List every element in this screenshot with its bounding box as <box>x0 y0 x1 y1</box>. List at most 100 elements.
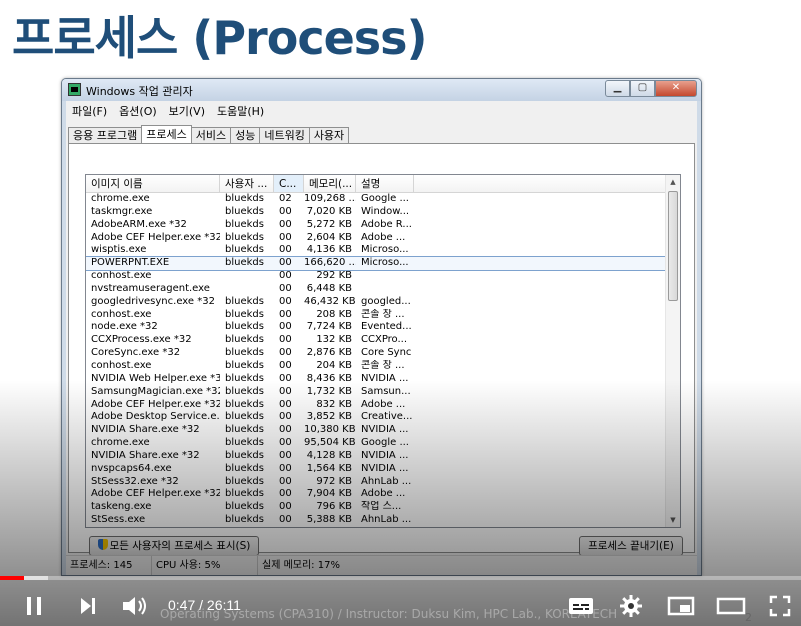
end-process-button[interactable]: 프로세스 끝내기(E) <box>579 536 683 556</box>
process-row[interactable]: nvstreamuseragent.exe 00 6,448 KB <box>86 283 666 296</box>
cell-description: Google ... <box>361 437 409 449</box>
volume-icon[interactable] <box>121 594 151 618</box>
cell-user: bluekds <box>225 334 264 346</box>
cell-image-name: StSess.exe <box>91 514 146 526</box>
process-row[interactable]: conhost.exe 00 292 KB <box>86 270 666 283</box>
cell-memory: 208 KB <box>316 308 352 320</box>
cell-image-name: CoreSync.exe *32 <box>91 347 181 359</box>
cell-cpu: 00 <box>279 462 292 474</box>
cell-memory: 132 KB <box>316 334 352 346</box>
cell-user: bluekds <box>225 231 264 243</box>
process-row[interactable]: SamsungMagician.exe *32 bluekds 00 1,732 KB… <box>86 386 666 399</box>
cell-user: bluekds <box>225 218 264 230</box>
tab-performance[interactable]: 성능 <box>230 127 261 143</box>
cell-description: Adobe ... <box>361 231 406 243</box>
process-row[interactable]: wisptis.exe bluekds 00 4,136 KB Microso... <box>86 244 666 257</box>
process-row[interactable]: Adobe Desktop Service.e... bluekds 00 3,852… <box>86 411 666 424</box>
process-row[interactable]: CCXProcess.exe *32 bluekds 00 132 KB CCXPro.… <box>86 334 666 347</box>
cell-image-name: chrome.exe <box>91 437 150 449</box>
title-bar[interactable]: Windows 작업 관리자 ▁ ▢ ✕ <box>62 79 701 101</box>
tab-users[interactable]: 사용자 <box>308 127 350 143</box>
cell-user: bluekds <box>225 501 264 513</box>
scroll-up-arrow-icon[interactable]: ▲ <box>666 175 680 189</box>
cell-memory: 6,448 KB <box>306 282 352 294</box>
scroll-down-arrow-icon[interactable]: ▼ <box>666 513 680 527</box>
cell-description <box>356 270 414 283</box>
cell-memory: 109,268 ... <box>304 193 356 204</box>
process-row[interactable]: googledrivesync.exe *32 bluekds 00 46,432 K… <box>86 296 666 309</box>
cell-user: bluekds <box>225 437 264 449</box>
cell-description: Samsun... <box>361 385 411 397</box>
process-row[interactable]: Adobe CEF Helper.exe *32 bluekds 00 7,904 K… <box>86 488 666 501</box>
process-row[interactable]: StSess.exe bluekds 00 5,388 KB AhnLab ... <box>86 514 666 527</box>
process-row[interactable]: conhost.exe bluekds 00 204 KB 콘솔 창 ... <box>86 360 666 373</box>
cell-memory: 8,436 KB <box>306 372 352 384</box>
cell-description: 작업 스... <box>361 501 402 513</box>
cell-memory: 5,272 KB <box>306 218 352 230</box>
settings-gear-icon[interactable] <box>619 594 643 618</box>
cell-cpu: 00 <box>279 218 292 230</box>
status-memory-usage: 실제 메모리: 17% <box>262 560 340 571</box>
process-row[interactable]: StSess32.exe *32 bluekds 00 972 KB AhnLab ..… <box>86 476 666 489</box>
process-row[interactable]: NVIDIA Web Helper.exe *32 bluekds 00 8,436 … <box>86 373 666 386</box>
process-row[interactable]: Adobe CEF Helper.exe *32 bluekds 00 832 KB A… <box>86 399 666 412</box>
tab-processes[interactable]: 프로세스 <box>141 125 192 143</box>
cell-cpu: 00 <box>279 231 292 243</box>
tab-applications[interactable]: 응용 프로그램 <box>68 127 143 143</box>
cell-description: NVIDIA ... <box>361 462 409 474</box>
cell-image-name: Adobe Desktop Service.e... <box>91 411 220 423</box>
cell-image-name: AdobeARM.exe *32 <box>91 218 187 230</box>
theater-mode-icon[interactable] <box>716 594 746 618</box>
process-row[interactable]: conhost.exe bluekds 00 208 KB 콘솔 창 ... <box>86 309 666 322</box>
process-row[interactable]: taskeng.exe bluekds 00 796 KB 작업 스... <box>86 501 666 514</box>
menu-help[interactable]: 도움말(H) <box>217 103 264 121</box>
cell-memory: 832 KB <box>316 398 352 410</box>
cell-memory: 5,388 KB <box>306 514 352 526</box>
process-row[interactable]: taskmgr.exe bluekds 00 7,020 KB Window... <box>86 206 666 219</box>
vertical-scrollbar[interactable]: ▲ ▼ <box>665 175 680 527</box>
scrollbar-thumb[interactable] <box>668 191 678 301</box>
video-progress-bar[interactable] <box>0 576 801 580</box>
process-row[interactable]: NVIDIA Share.exe *32 bluekds 00 10,380 KB NV… <box>86 424 666 437</box>
next-video-icon[interactable] <box>76 594 100 618</box>
menu-options[interactable]: 옵션(O) <box>119 103 156 121</box>
uac-shield-icon <box>97 539 108 550</box>
process-row[interactable]: chrome.exe bluekds 02 109,268 ... Google ... <box>86 193 666 206</box>
cell-memory: 7,904 KB <box>306 488 352 500</box>
process-row[interactable]: node.exe *32 bluekds 00 7,724 KB Evented... <box>86 321 666 334</box>
cell-description: Adobe R... <box>361 218 412 230</box>
cell-user: bluekds <box>225 308 264 320</box>
minimize-button[interactable]: ▁ <box>605 80 630 97</box>
column-cpu[interactable]: C... <box>274 175 304 192</box>
process-row[interactable]: AdobeARM.exe *32 bluekds 00 5,272 KB Adobe R… <box>86 219 666 232</box>
close-button[interactable]: ✕ <box>655 80 697 97</box>
process-list[interactable]: 이미지 이름 사용자 ... C... 메모리(... 설명 chrome.ex… <box>85 174 681 528</box>
process-row[interactable]: Adobe CEF Helper.exe *32 bluekds 00 2,604 K… <box>86 232 666 245</box>
process-row[interactable]: POWERPNT.EXE bluekds 00 166,620 ... Microso.… <box>86 256 667 272</box>
process-row[interactable]: nvspcaps64.exe bluekds 00 1,564 KB NVIDIA ..… <box>86 463 666 476</box>
column-description[interactable]: 설명 <box>356 175 414 192</box>
cell-memory: 95,504 KB <box>304 437 356 449</box>
pause-icon[interactable] <box>22 594 46 618</box>
fullscreen-icon[interactable] <box>768 594 792 618</box>
cell-memory: 972 KB <box>316 475 352 487</box>
cell-memory: 1,732 KB <box>306 385 352 397</box>
cell-cpu: 00 <box>279 257 292 269</box>
tab-networking[interactable]: 네트워킹 <box>259 127 310 143</box>
column-user[interactable]: 사용자 ... <box>220 175 274 192</box>
subtitles-icon[interactable] <box>567 594 595 618</box>
cell-description: Microso... <box>361 244 409 256</box>
show-all-users-button[interactable]: 모든 사용자의 프로세스 표시(S) <box>89 536 259 556</box>
column-memory[interactable]: 메모리(... <box>304 175 356 192</box>
menu-file[interactable]: 파일(F) <box>72 103 107 121</box>
process-row[interactable]: NVIDIA Share.exe *32 bluekds 00 4,128 KB NVI… <box>86 450 666 463</box>
menu-view[interactable]: 보기(V) <box>169 103 205 121</box>
cell-memory: 292 KB <box>316 270 352 282</box>
tab-services[interactable]: 서비스 <box>190 127 232 143</box>
cell-image-name: googledrivesync.exe *32 <box>91 295 215 307</box>
maximize-button[interactable]: ▢ <box>630 80 655 97</box>
process-row[interactable]: CoreSync.exe *32 bluekds 00 2,876 KB Core Sy… <box>86 347 666 360</box>
process-row[interactable]: chrome.exe bluekds 00 95,504 KB Google ... <box>86 437 666 450</box>
column-image-name[interactable]: 이미지 이름 <box>86 175 220 192</box>
miniplayer-icon[interactable] <box>667 594 695 618</box>
